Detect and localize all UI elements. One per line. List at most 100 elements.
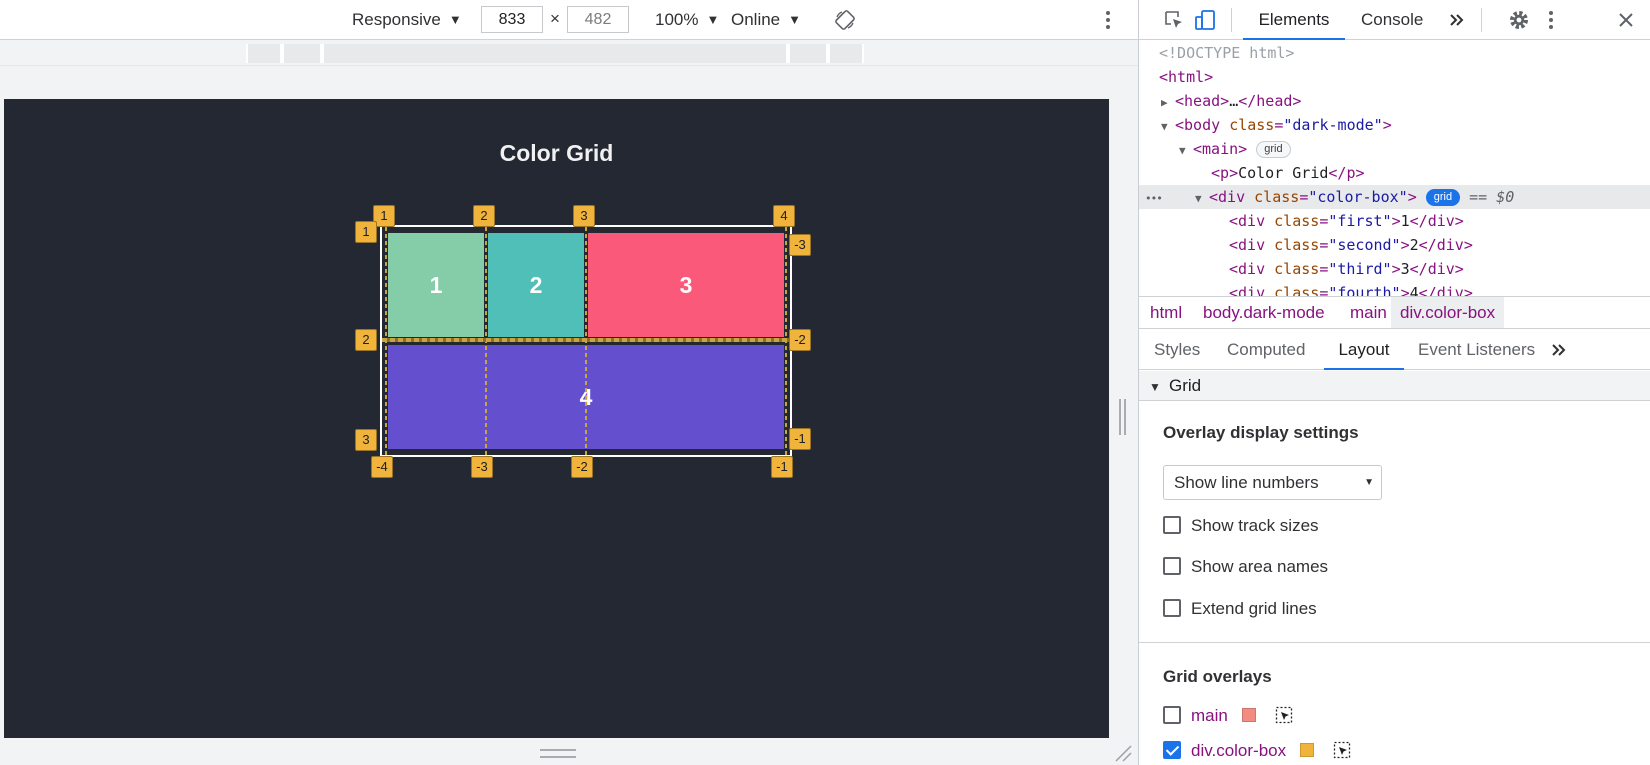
zoom-select[interactable]: 100% ▼ [655, 9, 719, 31]
chevron-down-icon: ▼ [706, 12, 720, 27]
collapse-triangle-icon[interactable]: ▼ [1161, 115, 1175, 139]
media-query-bar[interactable] [788, 44, 828, 63]
overlay-color-box-checkbox[interactable] [1163, 741, 1181, 759]
more-tabs-icon[interactable] [1446, 9, 1468, 31]
close-icon[interactable] [1615, 9, 1637, 31]
dom-node-head[interactable]: ▶ <head>…</head> [1139, 89, 1650, 113]
emulated-viewport: Color Grid 1 2 3 4 1 2 3 4 -4 -3 -2 -1 1… [4, 99, 1109, 738]
checkbox-label: Show track sizes [1191, 516, 1319, 535]
dom-node-child[interactable]: <div class="first">1</div> [1139, 209, 1650, 233]
dom-node-child[interactable]: <div class="second">2</div> [1139, 233, 1650, 257]
overlay-display-select[interactable]: Show line numbers ▼ [1163, 465, 1382, 500]
checkbox-label: Extend grid lines [1191, 599, 1317, 618]
child-attr-name: class [1274, 284, 1320, 296]
body-attr-name: class [1229, 116, 1275, 134]
inspect-element-icon[interactable] [1163, 9, 1185, 31]
html-open-tag: <html> [1159, 68, 1214, 86]
more-vert-icon[interactable] [1104, 10, 1112, 30]
extend-grid-lines-option[interactable]: Extend grid lines [1163, 598, 1317, 622]
child-tag-name: div [1238, 284, 1266, 296]
sidebar-tabs: Styles Computed Layout Event Listeners [1139, 330, 1650, 370]
colorbox-attr-value: "color-box" [1308, 188, 1408, 206]
dom-node-color-box[interactable]: ••• ▼ <div class="color-box"> grid == $0 [1139, 185, 1650, 209]
media-query-ruler[interactable] [0, 41, 1138, 66]
media-query-bar[interactable] [322, 44, 788, 63]
show-track-sizes-checkbox[interactable] [1163, 516, 1181, 534]
overlay-main-checkbox[interactable] [1163, 706, 1181, 724]
reveal-element-icon[interactable] [1333, 741, 1351, 759]
tab-layout[interactable]: Layout [1324, 330, 1404, 370]
viewport-height-resizer[interactable] [540, 749, 576, 758]
overlay-settings-title: Overlay display settings [1163, 423, 1359, 442]
grid-line-number-badge: 3 [355, 429, 377, 451]
device-emulation-pane: Responsive ▼ 833 × 482 100% ▼ Online ▼ Colo… [0, 0, 1138, 765]
breadcrumb-body[interactable]: body.dark-mode [1194, 297, 1334, 328]
device-toggle-icon[interactable] [1194, 9, 1216, 31]
expand-triangle-icon[interactable]: ▶ [1161, 91, 1175, 115]
layout-pane: ▼ Grid Overlay display settings Show line… [1139, 371, 1650, 765]
child-attr-name: class [1274, 236, 1320, 254]
dom-node-html[interactable]: <html> [1139, 65, 1650, 89]
overlay-color-swatch[interactable] [1241, 708, 1256, 722]
reveal-element-icon[interactable] [1275, 706, 1293, 724]
overlay-row-color-box[interactable]: div.color-box [1163, 740, 1351, 764]
dom-tree: <!DOCTYPE html> <html> ▶ <head>…</head> ▼… [1139, 41, 1650, 296]
overlay-color-swatch[interactable] [1300, 743, 1315, 757]
device-select[interactable]: Responsive ▼ [352, 9, 462, 31]
checkbox-label: Show area names [1191, 557, 1329, 576]
child-tag-name: div [1238, 260, 1266, 278]
dom-node-p[interactable]: <p>Color Grid</p> [1139, 161, 1650, 185]
overlay-color-box-label: div.color-box [1191, 741, 1287, 760]
extend-grid-lines-checkbox[interactable] [1163, 599, 1181, 617]
viewport-width-resizer[interactable] [1119, 399, 1126, 435]
media-query-bar[interactable] [246, 44, 282, 63]
grid-gap-line [382, 338, 790, 342]
dom-node-doctype[interactable]: <!DOCTYPE html> [1139, 41, 1650, 65]
tab-console[interactable]: Console [1361, 0, 1423, 40]
media-query-bar[interactable] [282, 44, 322, 63]
breadcrumb-color-box[interactable]: div.color-box [1391, 297, 1505, 328]
node-actions-ellipsis[interactable]: ••• [1145, 187, 1195, 211]
throttle-select-value: Online [731, 10, 781, 29]
device-toolbar: Responsive ▼ 833 × 482 100% ▼ Online ▼ [0, 0, 1138, 40]
height-input[interactable]: 482 [567, 6, 629, 33]
grid-badge-active[interactable]: grid [1425, 189, 1461, 206]
child-close-tag-name: div [1427, 260, 1455, 278]
breadcrumb-main[interactable]: main [1341, 297, 1396, 328]
resize-corner-icon[interactable] [1114, 744, 1132, 762]
grid-line-number-badge: -2 [571, 456, 593, 478]
collapse-triangle-icon[interactable]: ▼ [1195, 187, 1209, 211]
breadcrumb-html[interactable]: html [1141, 297, 1191, 328]
tab-computed[interactable]: Computed [1227, 330, 1305, 370]
grid-line-number-badge: -3 [789, 234, 811, 256]
more-tabs-icon[interactable] [1548, 339, 1570, 361]
color-box-grid: 1 2 3 4 [380, 225, 792, 457]
more-vert-icon[interactable] [1547, 9, 1555, 31]
throttle-select[interactable]: Online ▼ [731, 9, 801, 31]
grid-badge[interactable]: grid [1256, 141, 1291, 158]
dom-node-body[interactable]: ▼ <body class="dark-mode"> [1139, 113, 1650, 137]
dom-node-child[interactable]: <div class="fourth">4</div> [1139, 281, 1650, 296]
tab-styles[interactable]: Styles [1154, 330, 1200, 370]
media-query-bar[interactable] [828, 44, 864, 63]
grid-section-header[interactable]: ▼ Grid [1139, 371, 1650, 401]
dom-node-child[interactable]: <div class="third">3</div> [1139, 257, 1650, 281]
overlay-row-main[interactable]: main [1163, 705, 1293, 729]
rotate-icon[interactable] [834, 9, 856, 31]
grid-line-number-badge: 2 [473, 205, 495, 227]
settings-gear-icon[interactable] [1508, 9, 1530, 31]
overlay-main-label: main [1191, 706, 1228, 725]
grid-line-number-badge: -2 [789, 329, 811, 351]
tab-event-listeners[interactable]: Event Listeners [1418, 330, 1535, 370]
width-input[interactable]: 833 [481, 6, 543, 33]
show-track-sizes-option[interactable]: Show track sizes [1163, 515, 1319, 539]
tab-elements[interactable]: Elements [1243, 0, 1345, 40]
collapse-triangle-icon: ▼ [1149, 380, 1161, 394]
colorbox-attr-name: class [1254, 188, 1300, 206]
show-area-names-option[interactable]: Show area names [1163, 556, 1328, 580]
collapse-triangle-icon[interactable]: ▼ [1179, 139, 1193, 163]
dom-node-main[interactable]: ▼ <main> grid [1139, 137, 1650, 161]
show-area-names-checkbox[interactable] [1163, 557, 1181, 575]
overlay-select-value: Show line numbers [1174, 473, 1319, 492]
child-text: 2 [1409, 236, 1419, 254]
